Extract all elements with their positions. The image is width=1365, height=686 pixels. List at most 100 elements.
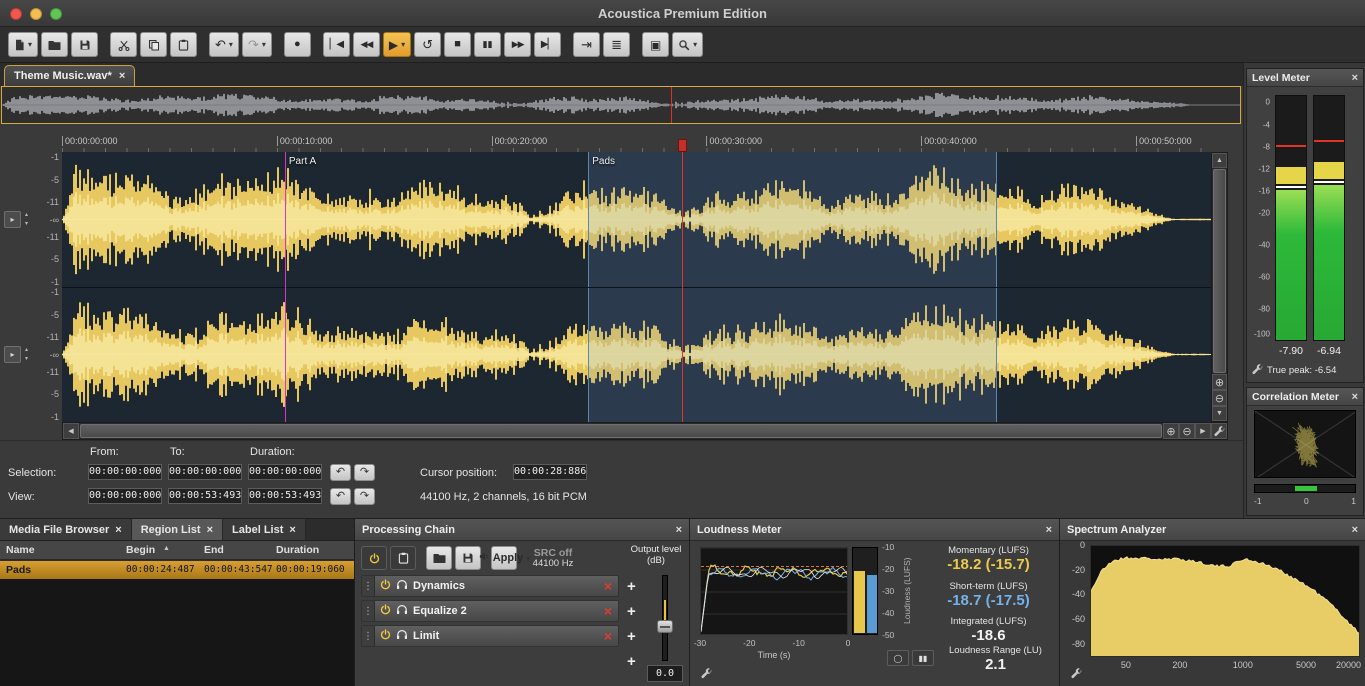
scroll-right-button[interactable]: ▶ — [1195, 423, 1211, 439]
remove-effect-icon[interactable]: × — [604, 628, 612, 644]
undo-button[interactable]: ↶▾ — [209, 32, 239, 57]
waveform-settings-button[interactable] — [1211, 423, 1227, 439]
horizontal-scrollbar[interactable]: ◀ ⊕ ⊖ ▶ — [62, 422, 1228, 440]
zoom-tool-button[interactable]: ▾ — [672, 32, 703, 57]
loop-button[interactable]: ↺ — [414, 32, 441, 57]
close-panel-icon[interactable]: × — [676, 524, 682, 536]
pause-button[interactable]: ▮▮ — [474, 32, 501, 57]
view-duration-field[interactable]: 00:00:53:493 — [248, 488, 322, 504]
power-icon[interactable] — [380, 627, 391, 645]
close-tab-icon[interactable]: × — [119, 70, 125, 82]
view-undo-button[interactable]: ↶ — [330, 488, 351, 505]
go-to-end-button[interactable]: ▶▏ — [534, 32, 561, 57]
headphones-icon[interactable] — [396, 602, 408, 620]
channel-options-button[interactable]: ▸ — [4, 346, 21, 363]
scroll-up-button[interactable]: ▲ — [1212, 153, 1227, 168]
overview-waveform[interactable] — [1, 86, 1241, 124]
document-tab[interactable]: Theme Music.wav* × — [4, 65, 135, 86]
close-tab-icon[interactable]: × — [115, 524, 121, 536]
selection-redo-button[interactable]: ↷ — [354, 464, 375, 481]
apply-button[interactable]: Apply ▾ — [491, 546, 517, 570]
panel-tab-media-file-browser[interactable]: Media File Browser× — [0, 519, 132, 540]
horizontal-scroll-thumb[interactable] — [80, 424, 1162, 438]
drag-handle-icon[interactable]: ⋮ — [362, 601, 375, 621]
view-redo-button[interactable]: ↷ — [354, 488, 375, 505]
view-from-field[interactable]: 00:00:00:000 — [88, 488, 162, 504]
marker-line[interactable] — [285, 152, 286, 422]
channel-resize-handle[interactable]: ▴▾ — [25, 346, 28, 364]
play-button[interactable]: ▶▾ — [383, 32, 411, 57]
remove-effect-icon[interactable]: × — [604, 578, 612, 594]
chain-open-button[interactable] — [426, 546, 452, 570]
timeline-ruler[interactable]: 00:00:00:00000:00:10:00000:00:20:00000:0… — [62, 134, 1211, 152]
channel-resize-handle[interactable]: ▴▾ — [25, 211, 28, 229]
scroll-down-button[interactable]: ▼ — [1212, 406, 1227, 421]
column-duration[interactable]: Duration — [276, 544, 319, 556]
loudness-pause-button[interactable]: ▮▮ — [912, 650, 934, 666]
chain-effect-equalize-2[interactable]: ⋮Equalize 2× — [361, 600, 619, 622]
copy-button[interactable] — [140, 32, 167, 57]
rewind-button[interactable]: ◀◀ — [353, 32, 380, 57]
vertical-scroll-thumb[interactable] — [1213, 169, 1226, 373]
region-list-body[interactable]: Pads 00:00:24:487 00:00:43:547 00:00:19:… — [0, 561, 354, 686]
close-panel-icon[interactable]: × — [1352, 391, 1358, 403]
fit-to-window-button[interactable]: ⇥ — [573, 32, 600, 57]
selection-to-field[interactable]: 00:00:00:000 — [168, 464, 242, 480]
zoom-in-button[interactable]: ⊕ — [1163, 423, 1179, 439]
column-name[interactable]: Name — [6, 544, 35, 556]
column-begin[interactable]: Begin — [126, 544, 155, 556]
save-button[interactable] — [71, 32, 98, 57]
view-to-field[interactable]: 00:00:53:493 — [168, 488, 242, 504]
cursor-position-field[interactable]: 00:00:28:886 — [513, 464, 587, 480]
drag-handle-icon[interactable]: ⋮ — [362, 576, 375, 596]
waveform-display[interactable]: Part APads — [62, 152, 1211, 422]
zoom-in-vertical-button[interactable]: ⊕ — [1212, 374, 1227, 390]
paste-button[interactable] — [170, 32, 197, 57]
panel-tab-label-list[interactable]: Label List× — [223, 519, 306, 540]
scroll-left-button[interactable]: ◀ — [63, 423, 79, 439]
panel-tab-region-list[interactable]: Region List× — [132, 519, 223, 540]
headphones-icon[interactable] — [396, 577, 408, 595]
add-effect-button[interactable]: + — [627, 628, 636, 645]
selection-undo-button[interactable]: ↶ — [330, 464, 351, 481]
add-effect-button[interactable]: + — [627, 578, 636, 595]
zoom-out-vertical-button[interactable]: ⊖ — [1212, 390, 1227, 406]
column-end[interactable]: End — [204, 544, 224, 556]
chain-effect-dynamics[interactable]: ⋮Dynamics× — [361, 575, 619, 597]
slider-handle[interactable] — [657, 620, 673, 633]
go-to-start-button[interactable]: ▏◀ — [323, 32, 350, 57]
close-tab-icon[interactable]: × — [289, 524, 295, 536]
chain-power-button[interactable] — [361, 546, 387, 570]
fast-forward-button[interactable]: ▶▶ — [504, 32, 531, 57]
add-effect-button[interactable]: + — [627, 603, 636, 620]
redo-button[interactable]: ↷▾ — [242, 32, 272, 57]
close-panel-icon[interactable]: × — [1352, 72, 1358, 84]
stop-button[interactable]: ■ — [444, 32, 471, 57]
remove-effect-icon[interactable]: × — [604, 603, 612, 619]
drag-handle-icon[interactable]: ⋮ — [362, 626, 375, 646]
view-mode-button[interactable]: ≣ — [603, 32, 630, 57]
cut-button[interactable] — [110, 32, 137, 57]
open-button[interactable] — [41, 32, 68, 57]
selection-from-field[interactable]: 00:00:00:000 — [88, 464, 162, 480]
output-level-value[interactable]: 0.0 — [647, 665, 683, 682]
playhead-handle[interactable] — [678, 139, 687, 152]
add-effect-button[interactable]: + — [627, 653, 636, 670]
chain-effect-limit[interactable]: ⋮Limit× — [361, 625, 619, 647]
chain-clipboard-button[interactable] — [390, 546, 416, 570]
close-tab-icon[interactable]: × — [207, 524, 213, 536]
selection-duration-field[interactable]: 00:00:00:000 — [248, 464, 322, 480]
power-icon[interactable] — [380, 577, 391, 595]
output-level-slider[interactable] — [657, 575, 673, 661]
channel-options-button[interactable]: ▸ — [4, 211, 21, 228]
region-list-header[interactable]: Name Begin ▲ End Duration — [0, 541, 354, 560]
close-panel-icon[interactable]: × — [1352, 524, 1358, 536]
loudness-settings-button[interactable] — [698, 665, 714, 681]
power-icon[interactable] — [380, 602, 391, 620]
spectrum-settings-button[interactable] — [1068, 665, 1084, 681]
zoom-out-button[interactable]: ⊖ — [1179, 423, 1195, 439]
wrench-icon[interactable] — [1251, 363, 1263, 378]
new-file-button[interactable]: ▾ — [8, 32, 38, 57]
region-row-pads[interactable]: Pads 00:00:24:487 00:00:43:547 00:00:19:… — [0, 561, 354, 579]
headphones-icon[interactable] — [396, 627, 408, 645]
